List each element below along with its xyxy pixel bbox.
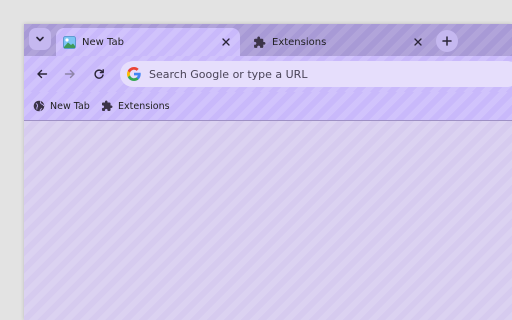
page-content — [24, 121, 512, 320]
puzzle-icon — [254, 36, 266, 48]
search-input[interactable] — [149, 67, 512, 81]
forward-button[interactable] — [60, 64, 80, 84]
bookmark-label: Extensions — [118, 100, 170, 112]
back-button[interactable] — [32, 64, 52, 84]
tab-title: New Tab — [82, 36, 124, 48]
bookmark-new-tab[interactable]: New Tab — [33, 97, 90, 115]
puzzle-icon — [102, 100, 113, 111]
arrow-right-icon — [64, 69, 75, 79]
close-icon — [222, 38, 230, 46]
toolbar — [24, 56, 512, 92]
omnibox[interactable] — [120, 61, 512, 87]
bookmarks-bar: New Tab Extensions — [24, 92, 512, 121]
plus-icon — [442, 36, 452, 46]
chevron-down-icon — [36, 36, 44, 42]
new-tab-button[interactable] — [436, 30, 458, 52]
browser-window: New Tab Extensions Search Google or type… — [24, 24, 512, 320]
close-tab-button[interactable] — [411, 35, 425, 49]
tab-title: Extensions — [272, 36, 327, 48]
google-icon — [127, 67, 141, 81]
bookmark-extensions[interactable]: Extensions — [101, 97, 170, 115]
arrow-left-icon — [37, 69, 48, 79]
close-icon — [414, 38, 422, 46]
tab-extensions[interactable]: Extensions — [246, 28, 432, 56]
tab-search-button[interactable] — [29, 28, 51, 50]
reload-icon — [94, 69, 104, 79]
bookmark-label: New Tab — [50, 100, 90, 112]
tab-new-tab[interactable]: New Tab — [56, 28, 240, 56]
close-tab-button[interactable] — [219, 35, 233, 49]
globe-icon — [33, 100, 45, 112]
tab-strip: New Tab Extensions — [24, 24, 512, 56]
new-tab-favicon — [63, 35, 76, 49]
reload-button[interactable] — [89, 64, 109, 84]
